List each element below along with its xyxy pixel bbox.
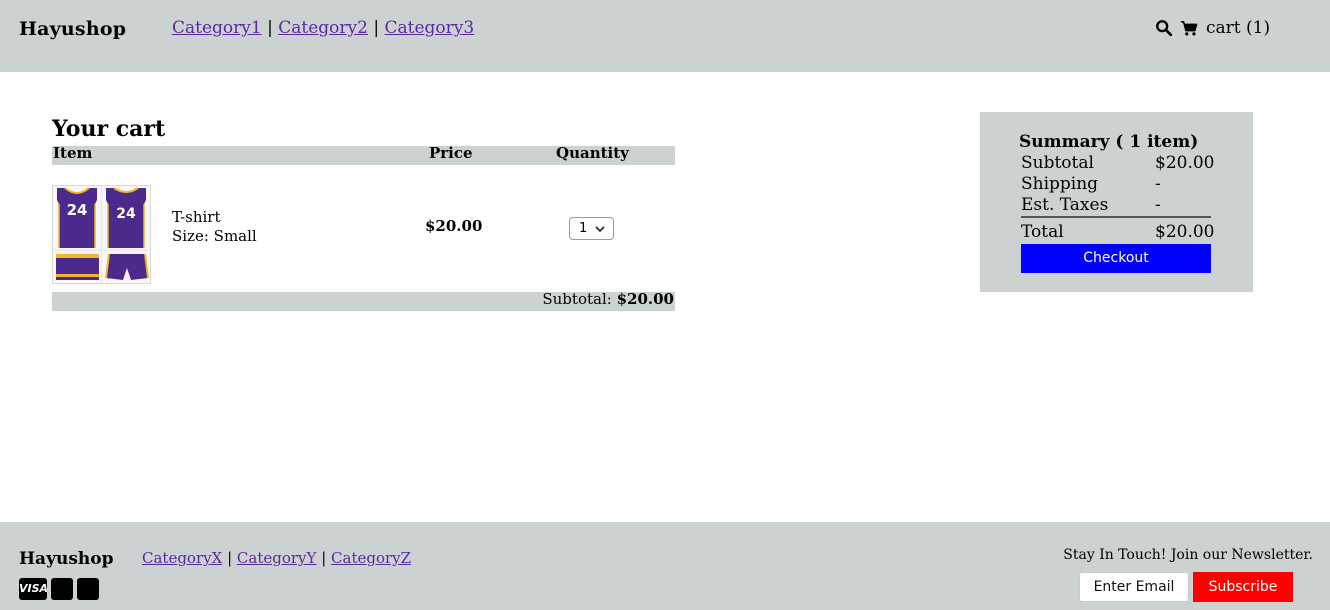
subtotal-value: $20.00 (616, 290, 674, 308)
footer-link-categoryy[interactable]: CategoryY (237, 549, 317, 567)
column-header-item: Item (53, 144, 93, 162)
main-nav: Category1 | Category2 | Category3 (172, 18, 474, 38)
cart-subtotal: Subtotal: $20.00 (542, 290, 674, 308)
footer-link-categoryz[interactable]: CategoryZ (331, 549, 411, 567)
subscribe-button[interactable]: Subscribe (1193, 572, 1293, 602)
cart-icon[interactable] (1180, 19, 1198, 37)
card-icon (77, 578, 99, 600)
product-size: Size: Small (172, 227, 257, 245)
summary-total-value: $20.00 (1155, 222, 1215, 242)
email-input[interactable]: Enter Email (1079, 572, 1189, 602)
brand-logo[interactable]: Hayushop (19, 18, 126, 40)
nav-separator: | (267, 18, 273, 38)
nav-link-category3[interactable]: Category3 (385, 18, 475, 38)
summary-row-label: Est. Taxes (1021, 195, 1109, 215)
svg-text:24: 24 (67, 201, 88, 219)
site-header: Hayushop Category1 | Category2 | Categor… (0, 0, 1330, 72)
cart-table-header: Item Price Quantity (52, 144, 675, 165)
nav-separator: | (321, 549, 327, 567)
summary-row-subtotal: Subtotal $20.00 (1021, 153, 1215, 173)
newsletter-text: Stay In Touch! Join our Newsletter. (1063, 547, 1313, 563)
search-icon[interactable] (1155, 19, 1173, 37)
subtotal-label: Subtotal: (542, 290, 612, 308)
column-header-quantity: Quantity (556, 144, 629, 162)
summary-total-label: Total (1021, 222, 1064, 242)
chevron-down-icon (595, 226, 605, 233)
summary-row-total: Total $20.00 (1021, 222, 1215, 242)
header-actions: cart (1) (1155, 17, 1270, 39)
footer-link-categoryx[interactable]: CategoryX (142, 549, 222, 567)
svg-text:24: 24 (116, 206, 136, 222)
footer-brand[interactable]: Hayushop (19, 549, 113, 569)
product-image[interactable]: 24 24 (52, 185, 151, 284)
product-name[interactable]: T-shirt (172, 208, 221, 226)
summary-row-value: - (1155, 195, 1161, 215)
summary-row-shipping: Shipping - (1021, 174, 1211, 194)
order-summary: Summary ( 1 item) Subtotal $20.00 Shippi… (980, 112, 1253, 292)
jersey-image: 24 24 (53, 186, 150, 283)
column-header-price: Price (429, 144, 473, 162)
summary-row-label: Shipping (1021, 174, 1099, 194)
summary-divider (1021, 216, 1211, 218)
summary-row-value: - (1155, 174, 1161, 194)
nav-link-category1[interactable]: Category1 (172, 18, 262, 38)
product-price: $20.00 (425, 217, 483, 235)
page-title: Your cart (52, 116, 166, 142)
nav-link-category2[interactable]: Category2 (278, 18, 368, 38)
cart-subtotal-bar: Subtotal: $20.00 (52, 290, 675, 311)
nav-separator: | (227, 549, 233, 567)
checkout-button[interactable]: Checkout (1021, 244, 1211, 273)
summary-title: Summary ( 1 item) (1019, 132, 1199, 152)
site-footer: Hayushop CategoryX | CategoryY | Categor… (0, 522, 1330, 610)
quantity-select[interactable]: 1 (569, 217, 614, 240)
nav-separator: | (373, 18, 380, 38)
summary-row-taxes: Est. Taxes - (1021, 195, 1211, 215)
summary-row-value: $20.00 (1155, 153, 1215, 173)
quantity-value: 1 (579, 221, 588, 236)
card-icon (51, 578, 73, 600)
footer-nav: CategoryX | CategoryY | CategoryZ (142, 549, 411, 567)
summary-row-label: Subtotal (1021, 153, 1094, 173)
cart-link[interactable]: cart (1) (1206, 18, 1270, 38)
visa-icon: VISA (19, 578, 48, 600)
